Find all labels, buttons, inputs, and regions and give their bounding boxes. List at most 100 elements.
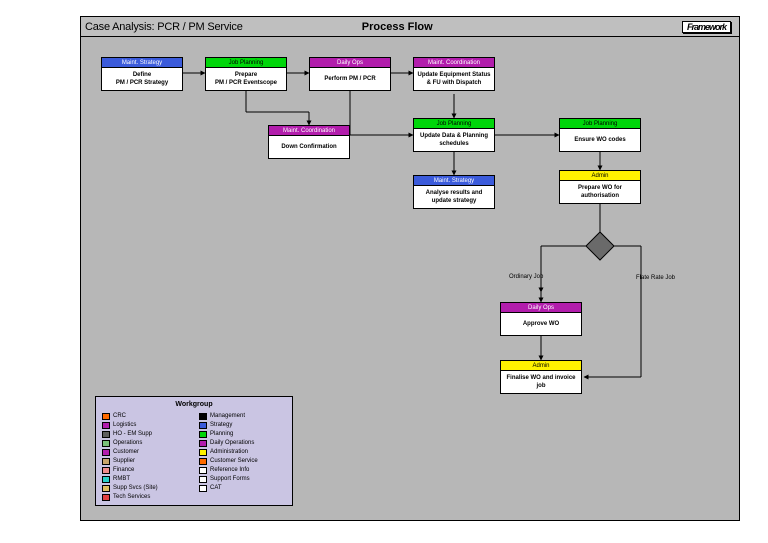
legend-swatch — [102, 476, 110, 483]
legend-item: Tech Services — [102, 493, 189, 501]
box-head: Job Planning — [560, 119, 640, 129]
legend-swatch — [199, 476, 207, 483]
box-body: Update Data & Planning schedules — [414, 129, 494, 151]
legend-swatch — [102, 467, 110, 474]
box-prepare-eventscope: Job Planning PreparePM / PCR Eventscope — [205, 57, 287, 91]
box-body: DefinePM / PCR Strategy — [102, 68, 182, 90]
legend-label: CRC — [113, 412, 126, 420]
legend-swatch — [199, 485, 207, 492]
box-finalise-wo: Admin Finalise WO and invoice job — [500, 360, 582, 394]
legend-label: Operations — [113, 439, 142, 447]
box-body: Down Confirmation — [269, 136, 349, 158]
legend-label: CAT — [210, 484, 222, 492]
box-approve-wo: Daily Ops Approve WO — [500, 302, 582, 336]
legend-swatch — [102, 494, 110, 501]
legend-swatch — [199, 413, 207, 420]
box-head: Daily Ops — [501, 303, 581, 313]
legend-swatch — [102, 485, 110, 492]
diagram-canvas: Case Analysis: PCR / PM Service Process … — [80, 16, 740, 521]
legend-item: Customer Service — [199, 457, 286, 465]
legend-swatch — [102, 422, 110, 429]
box-body: Perform PM / PCR — [310, 68, 390, 90]
legend-columns: CRCLogisticsHO - EM SuppOperationsCustom… — [102, 412, 286, 502]
box-perform-pm-pcr: Daily Ops Perform PM / PCR — [309, 57, 391, 91]
box-body: Prepare WO for authorisation — [560, 181, 640, 203]
box-analyse-results: Maint. Strategy Analyse results and upda… — [413, 175, 495, 209]
box-head: Admin — [501, 361, 581, 371]
legend-label: Support Forms — [210, 475, 250, 483]
legend-item: Supp Svcs (Site) — [102, 484, 189, 492]
box-head: Job Planning — [206, 58, 286, 68]
box-head: Maint. Coordination — [269, 126, 349, 136]
legend-item: RMBT — [102, 475, 189, 483]
legend-item: Logistics — [102, 421, 189, 429]
box-body: Analyse results and update strategy — [414, 186, 494, 208]
legend-label: Reference Info — [210, 466, 249, 474]
legend-title: Workgroup — [102, 401, 286, 408]
box-body: Finalise WO and invoice job — [501, 371, 581, 393]
legend-swatch — [102, 431, 110, 438]
legend-item: Customer — [102, 448, 189, 456]
legend-item: Reference Info — [199, 466, 286, 474]
legend-label: Management — [210, 412, 245, 420]
legend-workgroup: Workgroup CRCLogisticsHO - EM SuppOperat… — [95, 396, 293, 506]
legend-swatch — [199, 431, 207, 438]
legend-label: Strategy — [210, 421, 232, 429]
legend-label: Logistics — [113, 421, 136, 429]
box-down-confirmation: Maint. Coordination Down Confirmation — [268, 125, 350, 159]
legend-label: Daily Operations — [210, 439, 254, 447]
legend-item: Planning — [199, 430, 286, 438]
label-flat-rate-job: Flate Rate Job — [636, 275, 675, 281]
box-head: Daily Ops — [310, 58, 390, 68]
title-right: Process Flow — [352, 21, 682, 33]
legend-item: Support Forms — [199, 475, 286, 483]
legend-swatch — [199, 449, 207, 456]
box-body: Update Equipment Status & FU with Dispat… — [414, 68, 494, 90]
legend-item: Operations — [102, 439, 189, 447]
legend-label: HO - EM Supp — [113, 430, 152, 438]
legend-item: HO - EM Supp — [102, 430, 189, 438]
legend-item: Daily Operations — [199, 439, 286, 447]
label-ordinary-job: Ordinary Job — [509, 274, 543, 280]
legend-item: Supplier — [102, 457, 189, 465]
box-body: PreparePM / PCR Eventscope — [206, 68, 286, 90]
legend-col-1: CRCLogisticsHO - EM SuppOperationsCustom… — [102, 412, 189, 502]
box-body: Approve WO — [501, 313, 581, 335]
legend-label: Planning — [210, 430, 233, 438]
legend-label: RMBT — [113, 475, 130, 483]
legend-swatch — [199, 422, 207, 429]
legend-label: Customer — [113, 448, 139, 456]
legend-swatch — [102, 458, 110, 465]
box-head: Job Planning — [414, 119, 494, 129]
legend-item: Finance — [102, 466, 189, 474]
legend-swatch — [199, 458, 207, 465]
box-head: Maint. Coordination — [414, 58, 494, 68]
legend-item: CAT — [199, 484, 286, 492]
framework-badge: Framework — [682, 21, 731, 33]
legend-item: Management — [199, 412, 286, 420]
box-head: Admin — [560, 171, 640, 181]
legend-label: Tech Services — [113, 493, 150, 501]
legend-swatch — [199, 467, 207, 474]
box-update-data: Job Planning Update Data & Planning sche… — [413, 118, 495, 152]
legend-label: Supp Svcs (Site) — [113, 484, 158, 492]
legend-swatch — [199, 440, 207, 447]
legend-item: Strategy — [199, 421, 286, 429]
box-prepare-wo: Admin Prepare WO for authorisation — [559, 170, 641, 204]
legend-swatch — [102, 440, 110, 447]
legend-col-2: ManagementStrategyPlanningDaily Operatio… — [199, 412, 286, 502]
box-head: Maint. Strategy — [102, 58, 182, 68]
box-define-strategy: Maint. Strategy DefinePM / PCR Strategy — [101, 57, 183, 91]
box-head: Maint. Strategy — [414, 176, 494, 186]
legend-item: CRC — [102, 412, 189, 420]
legend-label: Administration — [210, 448, 248, 456]
legend-label: Supplier — [113, 457, 135, 465]
box-body: Ensure WO codes — [560, 129, 640, 151]
legend-label: Customer Service — [210, 457, 258, 465]
legend-label: Finance — [113, 466, 134, 474]
box-update-equipment: Maint. Coordination Update Equipment Sta… — [413, 57, 495, 91]
box-ensure-wo-codes: Job Planning Ensure WO codes — [559, 118, 641, 152]
title-bar: Case Analysis: PCR / PM Service Process … — [81, 17, 739, 37]
title-left: Case Analysis: PCR / PM Service — [81, 21, 352, 33]
legend-swatch — [102, 413, 110, 420]
